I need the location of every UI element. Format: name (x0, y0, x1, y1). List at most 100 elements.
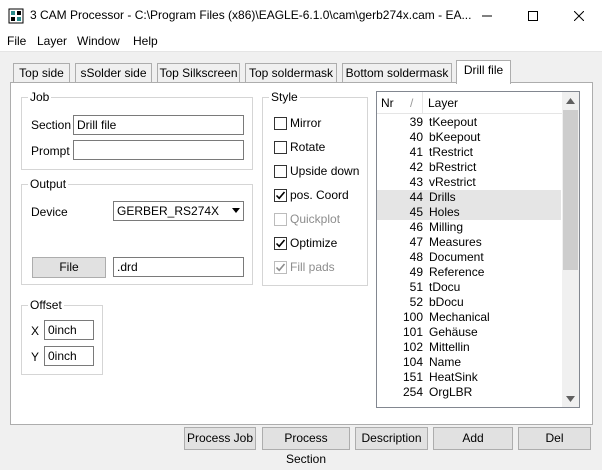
prompt-input[interactable] (73, 140, 244, 160)
section-input[interactable]: Drill file (73, 115, 244, 135)
layer-name: Drills (429, 190, 456, 204)
layer-row[interactable]: 101 Gehäuse (377, 325, 561, 340)
layer-list[interactable]: Nr / Layer 39 tKeepout 40 bKeepout 41 tRestri… (376, 91, 580, 408)
optimize-checkbox[interactable] (274, 237, 287, 250)
layer-row[interactable]: 47 Measures (377, 235, 561, 250)
layer-nr: 101 (402, 325, 423, 339)
scroll-thumb[interactable] (563, 110, 578, 270)
layer-row[interactable]: 52 bDocu (377, 295, 561, 310)
layer-nr: 49 (409, 265, 423, 279)
prompt-label: Prompt (31, 144, 70, 158)
layer-name: bKeepout (429, 130, 481, 144)
layer-row[interactable]: 39 tKeepout (377, 115, 561, 130)
layer-row[interactable]: 254 OrgLBR (377, 385, 561, 400)
layer-list-scrollbar[interactable] (562, 92, 579, 407)
del-button[interactable]: Del (518, 427, 591, 450)
checkmark-icon (275, 238, 286, 252)
tab-bottom-soldermask[interactable]: Bottom soldermask (342, 63, 452, 82)
tab-drill-file[interactable]: Drill file (456, 60, 511, 84)
layer-row[interactable]: 48 Document (377, 250, 561, 265)
tab-top-silkscreen[interactable]: Top Silkscreen (157, 63, 240, 82)
close-button[interactable] (556, 0, 602, 31)
offset-group-label: Offset (28, 298, 64, 312)
fill-pads-checkbox (274, 261, 287, 274)
mirror-checkbox[interactable] (274, 117, 287, 130)
scroll-down-button[interactable] (562, 390, 579, 407)
file-button[interactable]: File (32, 257, 106, 278)
column-nr-header[interactable]: Nr / (377, 92, 423, 114)
layer-nr: 51 (409, 280, 423, 294)
layer-name: Name (429, 355, 462, 369)
upside-down-checkbox[interactable] (274, 165, 287, 178)
layer-nr: 46 (409, 220, 423, 234)
output-group-label: Output (28, 177, 69, 191)
tab-top-side[interactable]: Top side (13, 63, 70, 82)
process-section-button[interactable]: Process Section (262, 427, 350, 466)
section-label: Section (31, 118, 72, 132)
layer-row[interactable]: 51 tDocu (377, 280, 561, 295)
layer-row[interactable]: 104 Name (377, 355, 561, 370)
job-group-label: Job (28, 90, 52, 104)
layer-nr: 254 (402, 385, 423, 399)
layer-row[interactable]: 43 vRestrict (377, 175, 561, 190)
maximize-button[interactable] (510, 0, 556, 31)
column-layer-header[interactable]: Layer (423, 92, 563, 114)
offset-y-label: Y (31, 350, 40, 364)
offset-x-input[interactable]: 0inch (44, 320, 94, 340)
layer-name: Reference (429, 265, 485, 279)
layer-nr: 44 (409, 190, 423, 204)
layer-row[interactable]: 100 Mechanical (377, 310, 561, 325)
offset-y-input[interactable]: 0inch (44, 346, 94, 366)
layer-row[interactable]: 45 Holes (377, 205, 561, 220)
layer-name: tDocu (429, 280, 461, 294)
rotate-checkbox[interactable] (274, 141, 287, 154)
layer-row[interactable]: 44 Drills (377, 190, 561, 205)
layer-name: tRestrict (429, 145, 474, 159)
layer-nr: 41 (409, 145, 423, 159)
layer-row[interactable]: 49 Reference (377, 265, 561, 280)
layer-nr: 39 (409, 115, 423, 129)
layer-row[interactable]: 151 HeatSink (377, 370, 561, 385)
layer-row[interactable]: 46 Milling (377, 220, 561, 235)
minimize-button[interactable] (464, 0, 510, 31)
layer-name: Document (429, 250, 484, 264)
layer-row[interactable]: 42 bRestrict (377, 160, 561, 175)
menu-file[interactable]: File (7, 34, 26, 48)
layer-nr: 43 (409, 175, 423, 189)
layer-name: Gehäuse (429, 325, 478, 339)
menu-help[interactable]: Help (133, 34, 158, 48)
layer-name: bDocu (429, 295, 464, 309)
tab-solder-side[interactable]: sSolder side (75, 63, 152, 82)
scroll-up-button[interactable] (562, 92, 579, 109)
description-button[interactable]: Description (355, 427, 428, 450)
layer-row[interactable]: 41 tRestrict (377, 145, 561, 160)
checkmark-icon (275, 262, 286, 276)
title-bar: 3 CAM Processor - C:\Program Files (x86)… (0, 0, 602, 31)
layer-name: tKeepout (429, 115, 478, 129)
chevron-down-icon (566, 395, 575, 402)
close-icon (574, 10, 584, 21)
layer-row[interactable]: 102 Mittellin (377, 340, 561, 355)
device-select[interactable]: GERBER_RS274X (113, 201, 244, 221)
menu-layer[interactable]: Layer (37, 34, 67, 48)
layer-rows: 39 tKeepout 40 bKeepout 41 tRestrict 42 bRestri… (377, 115, 561, 407)
process-job-button[interactable]: Process Job (184, 427, 256, 450)
app-icon (8, 8, 24, 24)
offset-x-label: X (31, 324, 40, 338)
chevron-up-icon (566, 97, 575, 104)
layer-name: Measures (429, 235, 482, 249)
rotate-label: Rotate (290, 140, 326, 154)
column-nr-label: Nr (381, 96, 394, 110)
layer-nr: 52 (409, 295, 423, 309)
layer-name: HeatSink (429, 370, 478, 384)
layer-nr: 102 (402, 340, 423, 354)
tab-top-soldermask[interactable]: Top soldermask (245, 63, 337, 82)
add-button[interactable]: Add (433, 427, 513, 450)
optimize-label: Optimize (290, 236, 338, 250)
pos-coord-checkbox[interactable] (274, 189, 287, 202)
layer-row[interactable]: 40 bKeepout (377, 130, 561, 145)
layer-name: Holes (429, 205, 460, 219)
menu-window[interactable]: Window (77, 34, 120, 48)
file-input[interactable]: .drd (113, 257, 244, 277)
layer-nr: 151 (402, 370, 423, 384)
